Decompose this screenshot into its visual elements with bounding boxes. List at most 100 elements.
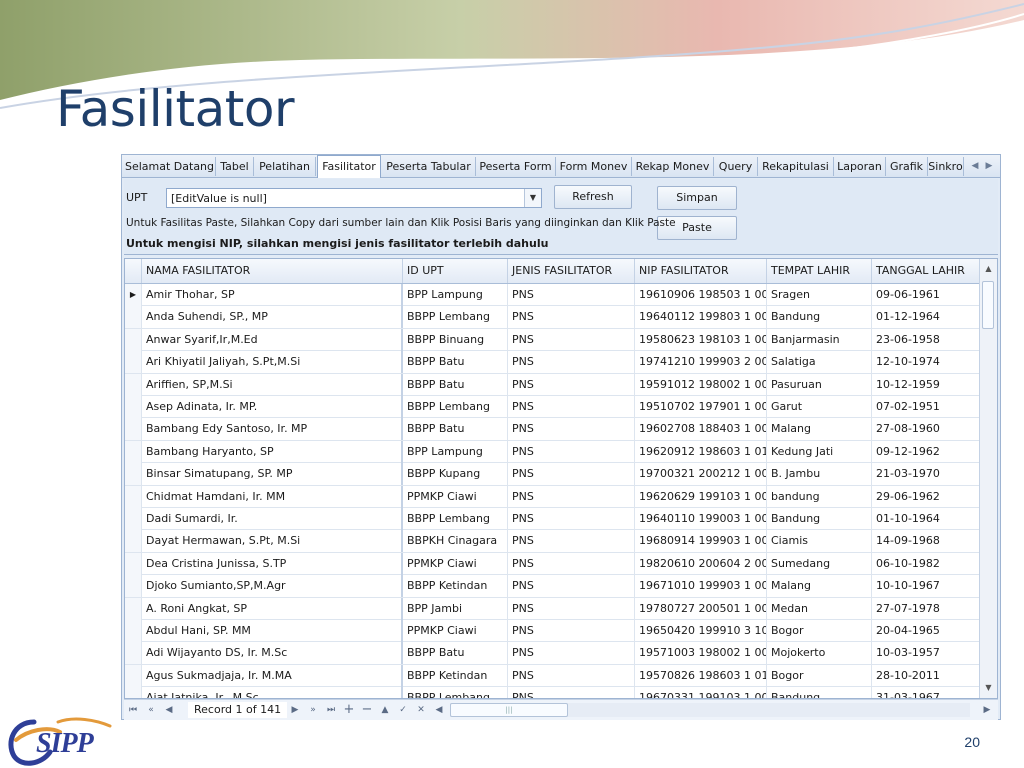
cell-id-upt[interactable]: BBPP Batu — [403, 642, 508, 665]
tab-peserta-tabular[interactable]: Peserta Tabular — [382, 157, 476, 176]
cell-jenis[interactable]: PNS — [508, 306, 635, 329]
tab-query[interactable]: Query — [714, 157, 758, 176]
cell-id-upt[interactable]: BBPP Batu — [403, 418, 508, 441]
cell-nip[interactable]: 19640110 199003 1 001 — [635, 508, 767, 530]
delete-record-icon[interactable]: − — [360, 702, 374, 718]
horizontal-scrollbar[interactable]: ||| — [450, 703, 970, 717]
cell-tempat-lahir[interactable]: Kedung Jati — [767, 440, 872, 463]
tab-selamat-datang[interactable]: Selamat Datang — [124, 157, 216, 176]
cell-tanggal-lahir[interactable]: 07-02-1951 — [872, 396, 981, 418]
cell-nip[interactable]: 19671010 199903 1 001 — [635, 575, 767, 598]
table-row[interactable]: Bambang Haryanto, SP BPP Lampung PNS 196209… — [125, 440, 981, 464]
scroll-left-icon[interactable]: ◀ — [432, 702, 446, 718]
row-indicator[interactable] — [125, 373, 142, 396]
cell-jenis[interactable]: PNS — [508, 328, 635, 351]
cell-jenis[interactable]: PNS — [508, 575, 635, 598]
cell-nama[interactable]: Dadi Sumardi, Ir. — [142, 508, 403, 530]
cell-nama[interactable]: Asep Adinata, Ir. MP. — [142, 396, 403, 418]
cell-id-upt[interactable]: BBPP Binuang — [403, 328, 508, 351]
cell-jenis[interactable]: PNS — [508, 530, 635, 553]
table-row[interactable]: A. Roni Angkat, SP BPP Jambi PNS 19780727 2… — [125, 597, 981, 620]
cell-nip[interactable]: 19580623 198103 1 001 — [635, 328, 767, 351]
cell-jenis[interactable]: PNS — [508, 284, 635, 306]
add-record-icon[interactable]: + — [342, 702, 356, 718]
cell-tanggal-lahir[interactable]: 10-03-1957 — [872, 642, 981, 665]
cell-nama[interactable]: Agus Sukmadjaja, Ir. M.MA — [142, 664, 403, 687]
table-row[interactable]: Chidmat Hamdani, Ir. MM PPMKP Ciawi PNS 196… — [125, 485, 981, 508]
table-row[interactable]: Agus Sukmadjaja, Ir. M.MA BBPP Ketindan PN… — [125, 664, 981, 688]
table-row[interactable]: Dea Cristina Junissa, S.TP PPMKP Ciawi PNS… — [125, 552, 981, 576]
row-indicator[interactable] — [125, 418, 142, 441]
cell-tanggal-lahir[interactable]: 01-12-1964 — [872, 306, 981, 329]
table-row[interactable]: Ari Khiyatil Jaliyah, S.Pt,M.Si BBPP Batu… — [125, 351, 981, 374]
cell-nama[interactable]: Binsar Simatupang, SP. MP — [142, 463, 403, 486]
next-page-icon[interactable]: » — [306, 702, 320, 718]
table-row[interactable]: Ajat Jatnika, Ir., M.Sc BBPP Lembang PNS 19… — [125, 687, 981, 698]
vertical-scroll-thumb[interactable] — [982, 281, 994, 329]
cell-tanggal-lahir[interactable]: 29-06-1962 — [872, 485, 981, 508]
cell-jenis[interactable]: PNS — [508, 485, 635, 508]
cell-tempat-lahir[interactable]: Salatiga — [767, 351, 872, 374]
cell-nip[interactable]: 19700321 200212 1 001 — [635, 463, 767, 486]
cell-id-upt[interactable]: BBPP Batu — [403, 351, 508, 374]
cell-tanggal-lahir[interactable]: 23-06-1958 — [872, 328, 981, 351]
cell-jenis[interactable]: PNS — [508, 373, 635, 396]
cell-tanggal-lahir[interactable]: 06-10-1982 — [872, 552, 981, 575]
cell-nip[interactable]: 19591012 198002 1 001 — [635, 373, 767, 396]
cell-jenis[interactable]: PNS — [508, 597, 635, 620]
cell-tanggal-lahir[interactable]: 01-10-1964 — [872, 508, 981, 530]
row-indicator[interactable] — [125, 530, 142, 553]
cell-nip[interactable]: 19620629 199103 1 001 — [635, 485, 767, 508]
row-indicator[interactable] — [125, 687, 142, 698]
cell-jenis[interactable]: PNS — [508, 508, 635, 530]
first-record-icon[interactable]: ⏮ — [126, 702, 140, 718]
cell-nama[interactable]: Adi Wijayanto DS, Ir. M.Sc — [142, 642, 403, 665]
cell-nama[interactable]: A. Roni Angkat, SP — [142, 597, 403, 620]
cell-nip[interactable]: 19820610 200604 2 001 — [635, 552, 767, 575]
save-record-icon[interactable]: ✓ — [396, 702, 410, 718]
cell-tanggal-lahir[interactable]: 10-12-1959 — [872, 373, 981, 396]
cell-tempat-lahir[interactable]: Bandung — [767, 508, 872, 530]
tab-rekapitulasi[interactable]: Rekapitulasi — [758, 157, 834, 176]
cell-tanggal-lahir[interactable]: 28-10-2011 — [872, 664, 981, 687]
cell-id-upt[interactable]: BPP Jambi — [403, 597, 508, 620]
tab-peserta-form[interactable]: Peserta Form — [476, 157, 556, 176]
cell-tanggal-lahir[interactable]: 09-12-1962 — [872, 440, 981, 463]
column-header-tempat-lahir[interactable]: TEMPAT LAHIR — [767, 259, 872, 283]
row-indicator[interactable] — [125, 306, 142, 329]
cell-tanggal-lahir[interactable]: 09-06-1961 — [872, 284, 981, 306]
tab-scroll-left-icon[interactable]: ◀ — [968, 158, 982, 174]
tab-sinkro[interactable]: Sinkro — [928, 157, 964, 176]
tab-form-monev[interactable]: Form Monev — [556, 157, 632, 176]
cell-tanggal-lahir[interactable]: 14-09-1968 — [872, 530, 981, 553]
cell-tempat-lahir[interactable]: Bandung — [767, 306, 872, 329]
tab-pelatihan[interactable]: Pelatihan — [254, 157, 316, 176]
scroll-right-icon[interactable]: ▶ — [980, 702, 994, 718]
prev-page-icon[interactable]: « — [144, 702, 158, 718]
cell-nama[interactable]: Dayat Hermawan, S.Pt, M.Si — [142, 530, 403, 553]
cell-tempat-lahir[interactable]: B. Jambu — [767, 463, 872, 486]
cell-nip[interactable]: 19570826 198603 1 010 — [635, 664, 767, 687]
cell-jenis[interactable]: PNS — [508, 552, 635, 575]
cell-nip[interactable]: 19620912 198603 1 011 — [635, 440, 767, 463]
edit-record-icon[interactable]: ▲ — [378, 702, 392, 718]
cell-id-upt[interactable]: BBPP Lembang — [403, 396, 508, 418]
cell-tempat-lahir[interactable]: Bandung — [767, 687, 872, 698]
cell-nama[interactable]: Ari Khiyatil Jaliyah, S.Pt,M.Si — [142, 351, 403, 374]
cell-tempat-lahir[interactable]: Mojokerto — [767, 642, 872, 665]
cell-nip[interactable]: 19680914 199903 1 001 — [635, 530, 767, 553]
cell-jenis[interactable]: PNS — [508, 418, 635, 441]
cell-id-upt[interactable]: BBPP Lembang — [403, 306, 508, 329]
next-record-icon[interactable]: ▶ — [288, 702, 302, 718]
row-indicator[interactable] — [125, 485, 142, 508]
table-row[interactable]: Asep Adinata, Ir. MP. BBPP Lembang PNS 1951… — [125, 396, 981, 419]
scroll-up-icon[interactable]: ▲ — [980, 261, 997, 277]
cell-nama[interactable]: Chidmat Hamdani, Ir. MM — [142, 485, 403, 508]
cell-id-upt[interactable]: BBPP Kupang — [403, 463, 508, 486]
cell-id-upt[interactable]: BBPP Lembang — [403, 508, 508, 530]
cell-tempat-lahir[interactable]: bandung — [767, 485, 872, 508]
cell-tanggal-lahir[interactable]: 27-07-1978 — [872, 597, 981, 620]
column-header-jenis[interactable]: JENIS FASILITATOR — [508, 259, 635, 283]
column-header-tanggal-lahir[interactable]: TANGGAL LAHIR — [872, 259, 981, 283]
cell-id-upt[interactable]: PPMKP Ciawi — [403, 620, 508, 642]
